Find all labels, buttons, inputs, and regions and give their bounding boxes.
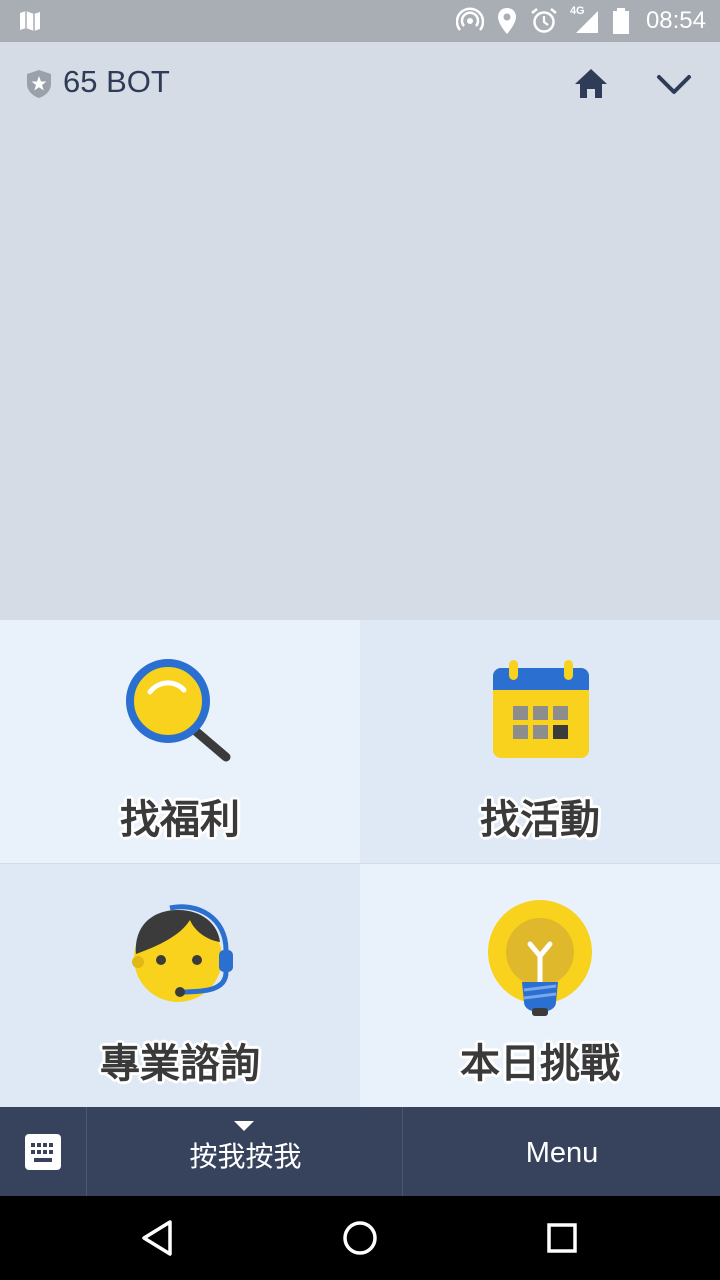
keyboard-icon [25, 1134, 61, 1170]
rich-menu-toggle-label: 按我按我 [189, 1140, 302, 1173]
rich-menu-tile-consulting[interactable]: 專業諮詢 [0, 864, 360, 1107]
tile-label: 專業諮詢 [100, 1041, 260, 1087]
home-circle-icon [343, 1221, 377, 1255]
collapse-button[interactable] [652, 62, 696, 106]
support-agent-icon [132, 904, 233, 1002]
recents-icon [547, 1223, 577, 1253]
alarm-icon [531, 8, 557, 33]
tile-label: 找活動 [480, 797, 600, 843]
rich-menu: 找福利 找活動 專業諮詢 本日挑戰 [0, 620, 720, 1107]
location-icon [497, 8, 516, 34]
home-button[interactable] [569, 62, 613, 106]
bot-name: 65 BOT [63, 64, 170, 99]
battery-icon [612, 8, 629, 34]
signal-icon: 4G [570, 5, 600, 35]
rich-menu-tile-benefits[interactable]: 找福利 [0, 620, 360, 863]
rich-menu-toggle[interactable]: 按我按我 [88, 1107, 403, 1196]
rich-menu-tile-daily-challenge[interactable]: 本日挑戰 [360, 864, 720, 1107]
system-nav-bar [0, 1196, 720, 1280]
status-bar: 4G 08:54 [0, 0, 720, 42]
back-button[interactable] [134, 1214, 182, 1262]
calendar-icon [493, 660, 589, 758]
chevron-down-icon [657, 75, 691, 94]
menu-button[interactable]: Menu [404, 1107, 720, 1196]
back-icon [142, 1220, 172, 1256]
home-nav-button[interactable] [336, 1214, 384, 1262]
tile-label: 本日挑戰 [460, 1041, 620, 1087]
menu-button-label: Menu [525, 1137, 599, 1169]
shield-star-icon [27, 70, 51, 98]
clock: 08:54 [645, 7, 706, 34]
caret-down-icon [234, 1121, 254, 1131]
chat-messages-area[interactable] [0, 126, 720, 620]
map-icon [20, 11, 40, 31]
lightbulb-icon [488, 900, 592, 1016]
bottom-bar: 按我按我 Menu [0, 1107, 720, 1196]
magnifier-icon [126, 659, 231, 762]
tile-label: 找福利 [120, 797, 240, 843]
rich-menu-tile-events[interactable]: 找活動 [360, 620, 720, 863]
home-icon [575, 69, 607, 98]
recents-button[interactable] [538, 1214, 586, 1262]
chat-header: 65 BOT [0, 42, 720, 126]
keyboard-toggle-button[interactable] [0, 1107, 87, 1196]
hotspot-icon [455, 7, 484, 31]
